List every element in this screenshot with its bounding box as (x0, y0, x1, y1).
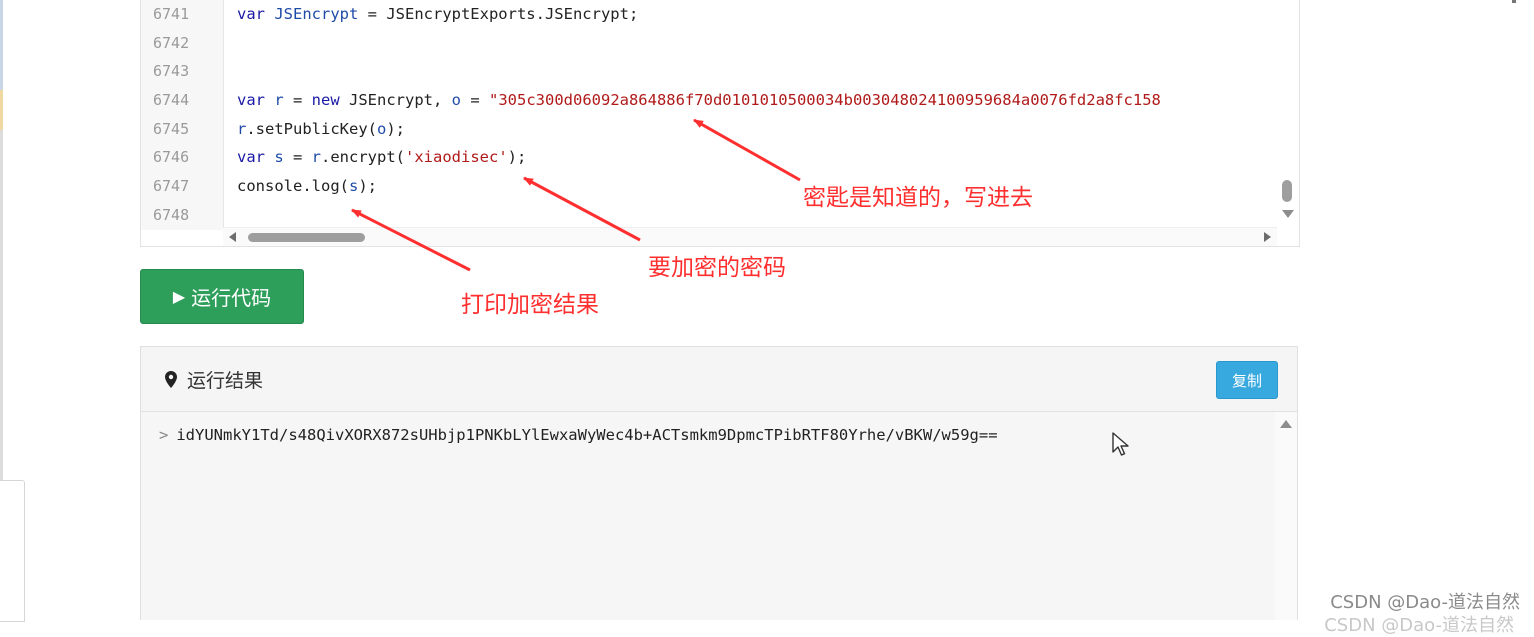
code-token: .setPublicKey( (246, 119, 377, 138)
code-token: var (237, 148, 275, 167)
horizontal-scroll-thumb[interactable] (248, 233, 365, 242)
code-token: ); (358, 177, 377, 196)
code-line: var s = r.encrypt('xiaodisec'); (237, 143, 1277, 172)
vertical-scroll-thumb[interactable] (1282, 180, 1292, 202)
code-line: r.setPublicKey(o); (237, 115, 1277, 144)
editor-vertical-scrollbar[interactable] (1277, 0, 1299, 230)
scroll-left-arrow-icon[interactable] (229, 232, 236, 242)
mouse-cursor-icon (1112, 432, 1129, 456)
code-token: console.log( (237, 177, 349, 196)
code-token: o (377, 119, 387, 138)
code-token: = (461, 91, 489, 110)
code-token: JSEncrypt (274, 5, 359, 23)
code-area[interactable]: var JSEncrypt = JSEncryptExports.JSEncry… (237, 0, 1277, 230)
line-number: 6748 (153, 205, 190, 224)
run-code-label: 运行代码 (191, 286, 272, 310)
code-token: s (348, 177, 359, 196)
code-line: var r = new JSEncrypt, o = "305c300d0609… (237, 86, 1277, 115)
code-line: var JSEncrypt = JSEncryptExports.JSEncry… (237, 0, 1277, 29)
code-token: s (274, 148, 284, 167)
code-token: = JSEncryptExports.JSEncrypt; (358, 5, 639, 23)
code-token: .encrypt( (321, 148, 406, 167)
play-icon: ▶ (172, 287, 186, 306)
result-vertical-scrollbar[interactable] (1275, 412, 1297, 620)
code-token: JSEncrypt, (349, 91, 452, 110)
annotation-password-note: 要加密的密码 (648, 255, 786, 281)
code-token: var (237, 5, 275, 23)
code-token: new (311, 91, 349, 110)
map-pin-icon (165, 371, 177, 388)
result-title: 运行结果 (187, 370, 264, 392)
line-number: 6741 (153, 5, 190, 23)
code-token: = (283, 91, 312, 110)
scroll-right-arrow-icon[interactable] (1264, 232, 1271, 242)
code-token: ); (386, 119, 406, 138)
run-code-button[interactable]: ▶ 运行代码 (140, 269, 304, 324)
scroll-up-arrow-icon[interactable] (1280, 420, 1292, 428)
annotation-key-note: 密匙是知道的，写进去 (803, 185, 1033, 211)
result-header: 运行结果 复制 (141, 347, 1297, 412)
code-token: o (451, 91, 461, 110)
annotation-print-note: 打印加密结果 (461, 292, 599, 318)
line-number: 6747 (153, 177, 190, 196)
scroll-down-arrow-icon[interactable] (1282, 210, 1294, 218)
editor-horizontal-scrollbar[interactable] (223, 227, 1277, 246)
corner-mark (1512, 0, 1516, 3)
code-token: = (283, 148, 312, 167)
code-token: "305c300d06092a864886f70d0101010500034b0… (489, 91, 1161, 110)
code-token: r (311, 148, 322, 167)
console-prompt-icon: > (159, 426, 169, 444)
line-number: 6749 (141, 230, 223, 231)
line-number: 6742 (153, 33, 190, 52)
run-result-panel: 运行结果 复制 > idYUNmkY1Td/s48QivXORX872sUHbjp… (140, 346, 1298, 620)
line-number: 6745 (153, 119, 190, 138)
output-line: > idYUNmkY1Td/s48QivXORX872sUHbjp1PNKbLYl… (159, 426, 998, 444)
copy-button[interactable]: 复制 (1216, 361, 1278, 399)
code-token: var (237, 91, 275, 110)
code-token: r (237, 119, 247, 138)
line-number: 6746 (153, 148, 190, 167)
line-number: 6744 (153, 91, 190, 110)
line-number-gutter: 6741 6742 6743 6744 6745 6746 6747 6748 6749 (141, 0, 224, 230)
csdn-watermark-ghost: CSDN @Dao-道法自然 (1324, 615, 1514, 636)
code-token: 'xiaodisec' (405, 148, 508, 167)
encrypted-output-text: idYUNmkY1Td/s48QivXORX872sUHbjp1PNKbLYlE… (176, 426, 998, 444)
code-line: console.log(s); (237, 172, 1277, 201)
code-token: r (274, 91, 284, 110)
code-editor[interactable]: 6741 6742 6743 6744 6745 6746 6747 6748 6749 var… (140, 0, 1300, 247)
side-panel-fragment (0, 480, 25, 622)
line-number: 6743 (153, 62, 190, 81)
code-token: ); (507, 148, 527, 167)
